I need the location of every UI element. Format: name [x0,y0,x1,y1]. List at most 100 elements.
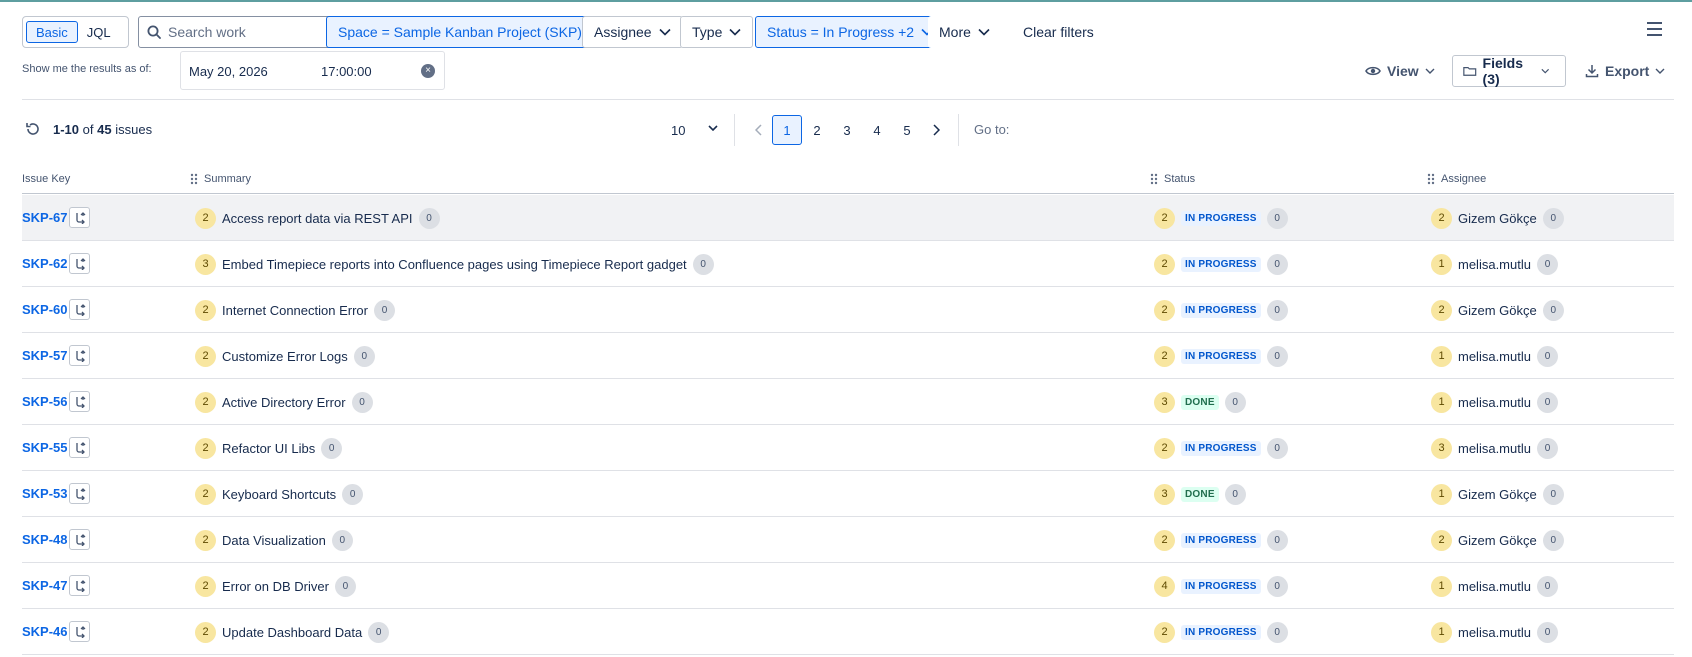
summary-text[interactable]: Data Visualization [222,533,326,548]
issue-key-link[interactable]: SKP-47 [22,578,68,593]
clear-filters-button[interactable]: Clear filters [1012,16,1105,48]
table-row[interactable]: SKP-53 2 Keyboard Shortcuts 0 3 DONE 0 1 Gizem G… [22,471,1674,517]
issue-key-link[interactable]: SKP-62 [22,256,68,271]
table-row[interactable]: SKP-46 2 Update Dashboard Data 0 2 IN PROGRES… [22,609,1674,655]
results-count: 1-10 of 45 issues [53,122,152,137]
issue-key-link[interactable]: SKP-60 [22,302,68,317]
assignee-count-badge: 1 [1431,253,1452,275]
summary-count-badge: 2 [195,575,216,597]
table-row[interactable]: SKP-62 3 Embed Timepiece reports into Conf… [22,241,1674,287]
summary-text[interactable]: Embed Timepiece reports into Confluence … [222,257,687,272]
assignee-name[interactable]: melisa.mutlu [1458,625,1531,640]
asof-datetime-picker[interactable]: May 20, 2026 17:00:00 × [180,51,445,90]
assignee-name[interactable]: Gizem Gökçe [1458,303,1537,318]
asof-date[interactable]: May 20, 2026 [189,64,268,79]
issue-key-link[interactable]: SKP-56 [22,394,68,409]
refresh-icon[interactable] [25,121,41,137]
issue-key-link[interactable]: SKP-67 [22,210,68,225]
table-row[interactable]: SKP-47 2 Error on DB Driver 0 4 IN PROGRESS 0 1… [22,563,1674,609]
assignee-name[interactable]: melisa.mutlu [1458,349,1531,364]
summary-text[interactable]: Active Directory Error [222,395,346,410]
subtask-button[interactable] [69,207,90,228]
assignee-name[interactable]: melisa.mutlu [1458,257,1531,272]
search-input[interactable] [168,24,338,40]
assignee-name[interactable]: Gizem Gökçe [1458,487,1537,502]
summary-text[interactable]: Refactor UI Libs [222,441,315,456]
search-box[interactable] [138,16,346,48]
status-cell: 2 IN PROGRESS 0 [1154,345,1288,367]
status-zero-badge: 0 [1224,391,1246,413]
type-filter-button[interactable]: Type [680,16,754,48]
page-button-2[interactable]: 2 [802,115,832,145]
subtask-button[interactable] [69,483,90,504]
assignee-cell: 1 Gizem Gökçe 0 [1431,483,1564,505]
more-filter-button[interactable]: More [928,16,1001,48]
assignee-zero-badge: 0 [1542,529,1564,551]
column-header-assignee[interactable]: Assignee [1427,173,1486,185]
drag-handle-icon[interactable] [190,173,198,185]
issue-key-link[interactable]: SKP-46 [22,624,68,639]
summary-text[interactable]: Customize Error Logs [222,349,348,364]
summary-text[interactable]: Update Dashboard Data [222,625,362,640]
assignee-zero-badge: 0 [1536,391,1558,413]
summary-zero-badge: 0 [342,483,364,505]
subtask-button[interactable] [69,621,90,642]
subtask-button[interactable] [69,253,90,274]
asof-time[interactable]: 17:00:00 [321,64,372,79]
page-button-4[interactable]: 4 [862,115,892,145]
column-header-status[interactable]: Status [1150,173,1195,185]
status-lozenge: IN PROGRESS [1181,578,1261,594]
table-row[interactable]: SKP-56 2 Active Directory Error 0 3 DONE 0 1 mel… [22,379,1674,425]
issue-key-link[interactable]: SKP-55 [22,440,68,455]
clear-icon[interactable]: × [421,64,435,78]
space-filter-button[interactable]: Space = Sample Kanban Project (SKP) [326,16,613,48]
table-row[interactable]: SKP-57 2 Customize Error Logs 0 2 IN PROGRESS… [22,333,1674,379]
issue-key-link[interactable]: SKP-53 [22,486,68,501]
drag-handle-icon[interactable] [1150,173,1158,185]
subtask-button[interactable] [69,299,90,320]
summary-text[interactable]: Error on DB Driver [222,579,329,594]
assignee-name[interactable]: melisa.mutlu [1458,579,1531,594]
subtask-button[interactable] [69,345,90,366]
summary-text[interactable]: Keyboard Shortcuts [222,487,336,502]
page-button-5[interactable]: 5 [892,115,922,145]
summary-cell: 2 Customize Error Logs 0 [195,345,375,367]
page-button-1[interactable]: 1 [772,115,802,145]
issue-key-link[interactable]: SKP-48 [22,532,68,547]
next-page-button[interactable] [922,115,950,145]
subtask-button[interactable] [69,437,90,458]
page-button-3[interactable]: 3 [832,115,862,145]
assignee-name[interactable]: Gizem Gökçe [1458,533,1537,548]
assignee-name[interactable]: melisa.mutlu [1458,395,1531,410]
status-filter-button[interactable]: Status = In Progress +2 [755,16,946,48]
summary-text[interactable]: Internet Connection Error [222,303,368,318]
issue-key-link[interactable]: SKP-57 [22,348,68,363]
space-filter-label: Space = Sample Kanban Project (SKP) [338,24,582,40]
assignee-cell: 1 melisa.mutlu 0 [1431,253,1558,275]
column-header-summary[interactable]: Summary [190,173,251,185]
assignee-name[interactable]: melisa.mutlu [1458,441,1531,456]
view-button[interactable]: View [1365,55,1441,87]
status-cell: 2 IN PROGRESS 0 [1154,253,1288,275]
hamburger-menu-icon[interactable] [1647,22,1663,36]
prev-page-button[interactable] [744,115,772,145]
export-button[interactable]: Export [1585,55,1671,87]
table-row[interactable]: SKP-55 2 Refactor UI Libs 0 2 IN PROGRESS 0 3 me… [22,425,1674,471]
assignee-filter-button[interactable]: Assignee [582,16,683,48]
assignee-name[interactable]: Gizem Gökçe [1458,211,1537,226]
table-row[interactable]: SKP-60 2 Internet Connection Error 0 2 IN PRO… [22,287,1674,333]
fields-button[interactable]: Fields (3) [1452,55,1566,87]
column-header-key[interactable]: Issue Key [22,173,70,185]
subtask-button[interactable] [69,575,90,596]
drag-handle-icon[interactable] [1427,173,1435,185]
table-row[interactable]: SKP-48 2 Data Visualization 0 2 IN PROGRESS 0 2… [22,517,1674,563]
subtask-button[interactable] [69,529,90,550]
fields-label: Fields (3) [1482,55,1523,87]
mode-jql-button[interactable]: JQL [78,21,120,43]
mode-basic-button[interactable]: Basic [26,21,78,43]
per-page-select[interactable]: 10 [666,115,724,145]
table-row[interactable]: SKP-67 2 Access report data via REST API 0 2… [22,195,1674,241]
subtask-button[interactable] [69,391,90,412]
chevron-down-icon [729,28,741,36]
summary-text[interactable]: Access report data via REST API [222,211,413,226]
